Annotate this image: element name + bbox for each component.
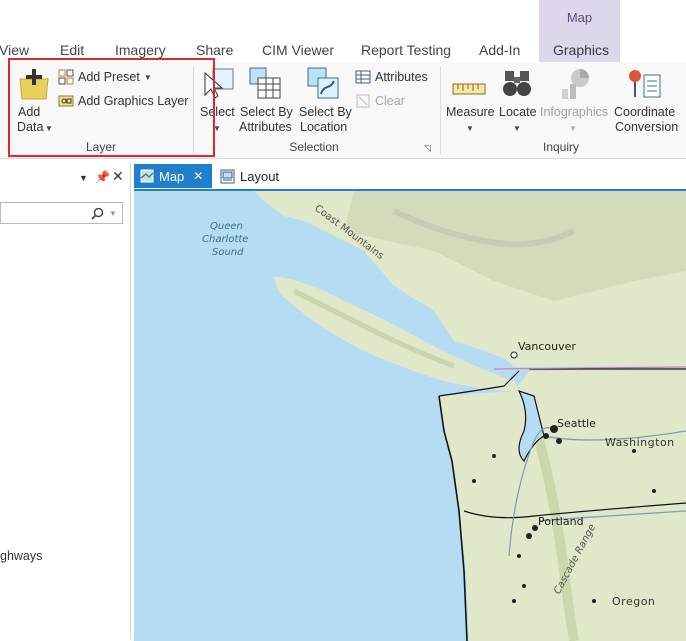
selection-dialog-launcher-icon[interactable]: ◹ xyxy=(424,143,431,154)
pin-icon[interactable]: 📌 xyxy=(95,170,110,184)
coordinate-conversion-icon xyxy=(629,70,661,98)
attributes-button[interactable]: Attributes xyxy=(355,69,428,85)
locate-label: Locate xyxy=(499,105,537,119)
inquiry-group-label: Inquiry xyxy=(542,140,580,154)
map-label-washington: Washington xyxy=(605,436,675,449)
list-item[interactable]: ghways xyxy=(0,549,42,563)
highlight-box xyxy=(8,58,215,157)
tab-report-testing[interactable]: Report Testing xyxy=(361,42,451,58)
left-pane: ▼ 📌 ✕ ▼ ghways xyxy=(0,162,131,639)
clear-label: Clear xyxy=(375,94,405,108)
select-by-location-label: Select By xyxy=(299,105,352,119)
tab-cim-viewer[interactable]: CIM Viewer xyxy=(262,42,334,58)
map-view[interactable]: Coast Mountains Queen Charlotte Sound Va… xyxy=(134,189,686,641)
map-label-queen: Queen xyxy=(210,221,243,232)
basemap xyxy=(134,191,686,641)
close-icon[interactable]: ✕ xyxy=(112,168,124,185)
tab-share[interactable]: Share xyxy=(196,42,233,58)
select-by-attributes-label-2: Attributes xyxy=(239,120,292,134)
search-dropdown-icon[interactable]: ▼ xyxy=(109,209,117,218)
selection-group-label: Selection xyxy=(289,140,339,154)
coordinate-conversion-label: Coordinate xyxy=(614,105,676,119)
attributes-label: Attributes xyxy=(375,70,428,84)
map-label-vancouver: Vancouver xyxy=(518,340,576,353)
pane-options-icon[interactable]: ▼ xyxy=(79,173,88,183)
search-input[interactable]: ▼ xyxy=(0,202,123,224)
measure-dropdown-icon: ▼ xyxy=(466,124,474,133)
tab-layout-view[interactable]: Layout xyxy=(214,164,285,188)
view-tabs: Map ✕ Layout xyxy=(134,164,686,190)
tab-view[interactable]: View xyxy=(0,42,29,58)
attribute-table-icon xyxy=(355,70,371,84)
close-tab-icon[interactable]: ✕ xyxy=(193,169,203,183)
tab-layout-label: Layout xyxy=(240,168,280,184)
clear-selection-button[interactable]: Clear xyxy=(355,93,405,109)
map-label-sound: Sound xyxy=(212,247,244,258)
select-by-attributes-icon xyxy=(249,67,281,99)
measure-label: Measure xyxy=(446,105,495,119)
select-by-location-icon xyxy=(307,67,339,99)
tab-map-label: Map xyxy=(159,168,185,184)
select-by-attributes-label: Select By xyxy=(240,105,293,119)
map-label-portland: Portland xyxy=(538,515,584,528)
infographics-label: Infographics xyxy=(540,105,609,119)
binoculars-icon xyxy=(503,71,531,96)
ruler-icon xyxy=(452,83,486,95)
tab-map-view[interactable]: Map ✕ xyxy=(134,164,212,188)
coordinate-conversion-label-2: Conversion xyxy=(615,120,679,134)
search-icon xyxy=(91,207,104,220)
locate-dropdown-icon: ▼ xyxy=(513,124,521,133)
tab-add-in[interactable]: Add-In xyxy=(479,42,520,58)
tab-imagery[interactable]: Imagery xyxy=(115,42,166,58)
layout-icon xyxy=(220,169,235,183)
select-by-location-label-2: Location xyxy=(300,120,348,134)
map-label-seattle: Seattle xyxy=(557,417,596,430)
tab-graphics[interactable]: Graphics xyxy=(553,42,609,58)
map-label-oregon: Oregon xyxy=(612,595,656,608)
map-icon xyxy=(140,169,154,183)
map-label-charlotte: Charlotte xyxy=(202,234,249,245)
clear-selection-icon xyxy=(356,94,370,108)
infographics-dropdown-icon: ▼ xyxy=(569,124,577,133)
pane-header: ▼ 📌 ✕ xyxy=(0,162,130,192)
infographics-icon xyxy=(562,69,589,99)
contextual-tab-title: Map xyxy=(566,10,593,25)
tab-edit[interactable]: Edit xyxy=(60,42,84,58)
